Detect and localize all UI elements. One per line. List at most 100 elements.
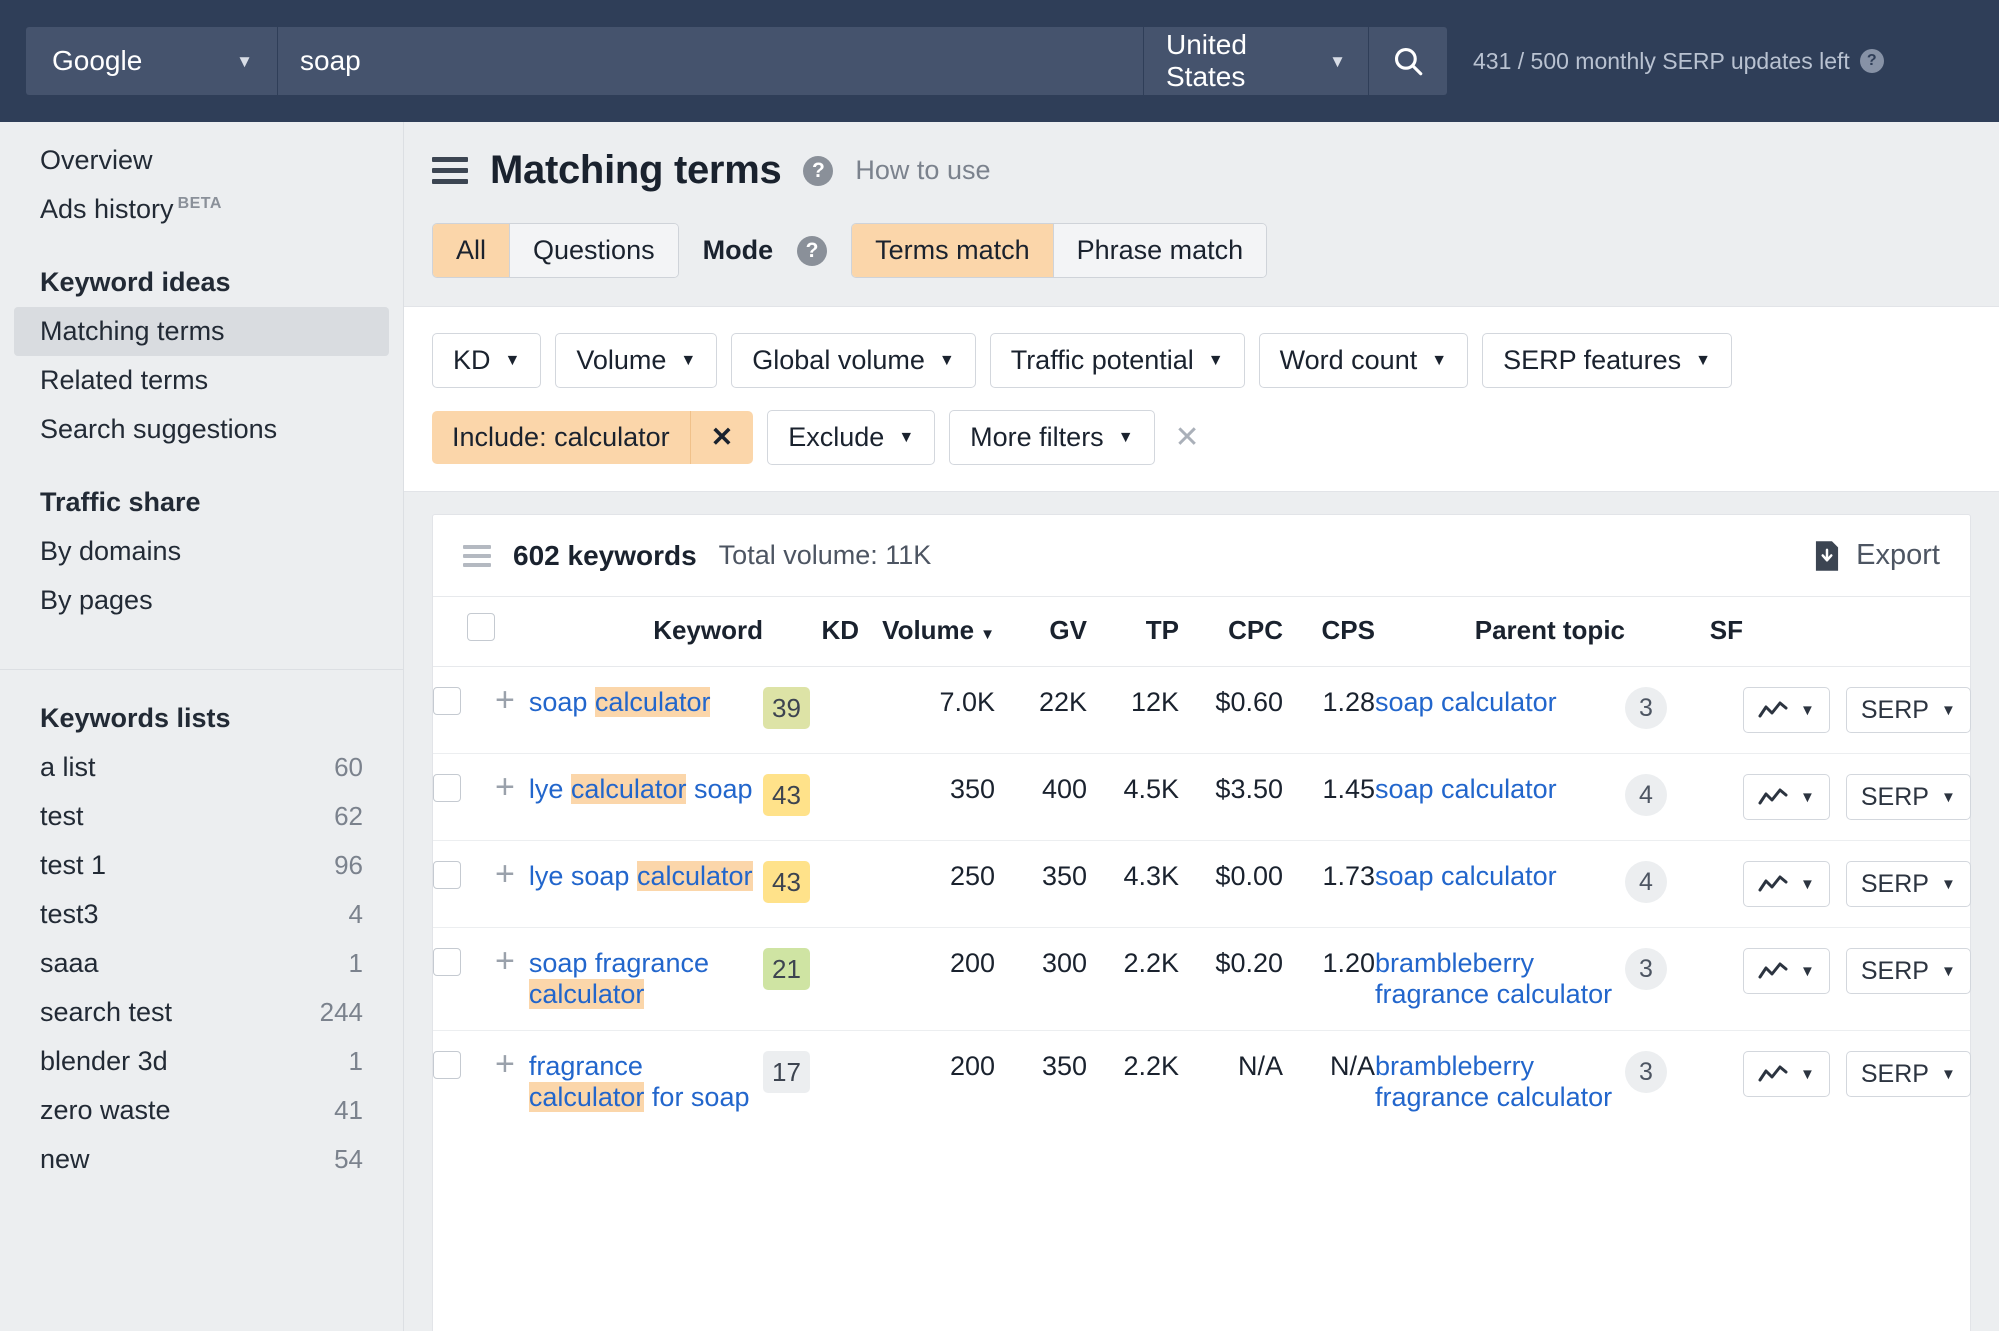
filter-exclude[interactable]: Exclude ▼ bbox=[767, 410, 936, 465]
sidebar-item-by-pages[interactable]: By pages bbox=[14, 576, 389, 625]
row-checkbox[interactable] bbox=[433, 687, 461, 715]
column-header-sf[interactable]: SF bbox=[1625, 596, 1743, 667]
list-item[interactable]: zero waste 41 bbox=[14, 1086, 389, 1135]
kd-cell: 39 bbox=[763, 666, 859, 754]
sidebar-item-related-terms[interactable]: Related terms bbox=[14, 356, 389, 405]
row-checkbox[interactable] bbox=[433, 948, 461, 976]
sidebar-item-ads-history[interactable]: Ads history BETA bbox=[14, 185, 389, 234]
list-item[interactable]: search test 244 bbox=[14, 988, 389, 1037]
trend-chart-button[interactable]: ▼ bbox=[1743, 774, 1830, 820]
trend-chart-button[interactable]: ▼ bbox=[1743, 687, 1830, 733]
sidebar-item-by-domains[interactable]: By domains bbox=[14, 527, 389, 576]
add-keyword-icon[interactable]: + bbox=[495, 683, 515, 717]
filter-traffic-potential[interactable]: Traffic potential ▼ bbox=[989, 333, 1245, 388]
tab-phrase-match[interactable]: Phrase match bbox=[1052, 224, 1267, 277]
search-input[interactable] bbox=[278, 27, 1144, 95]
tab-all[interactable]: All bbox=[433, 224, 510, 277]
how-to-use-link[interactable]: How to use bbox=[855, 155, 990, 186]
trend-chart-button[interactable]: ▼ bbox=[1743, 1051, 1830, 1097]
row-actions-cell: ▼ SERP ▼ bbox=[1743, 753, 1971, 841]
keyword-link[interactable]: lye soap calculator bbox=[529, 861, 753, 891]
parent-topic-cell: soap calculator bbox=[1375, 840, 1625, 928]
trend-chart-button[interactable]: ▼ bbox=[1743, 948, 1830, 994]
column-header-volume-label: Volume bbox=[882, 615, 975, 645]
help-icon[interactable]: ? bbox=[1859, 49, 1884, 73]
serp-button[interactable]: SERP ▼ bbox=[1845, 861, 1971, 907]
export-button[interactable]: Export bbox=[1812, 539, 1940, 572]
parent-topic-cell: brambleberry fragrance calculator bbox=[1375, 927, 1625, 1031]
column-header-keyword[interactable]: Keyword bbox=[495, 596, 763, 667]
sidebar-item-overview[interactable]: Overview bbox=[14, 136, 389, 185]
list-item[interactable]: saaa 1 bbox=[14, 939, 389, 988]
gv-cell: 300 bbox=[995, 927, 1087, 1031]
tp-cell: 4.3K bbox=[1087, 840, 1179, 928]
column-header-kd[interactable]: KD bbox=[763, 596, 859, 667]
filter-label: SERP features bbox=[1503, 345, 1682, 375]
sidebar-keywords-lists: a list 60 test 62 test 1 96 test3 4 saaa… bbox=[0, 743, 403, 1184]
keyword-cell: + lye calculator soap bbox=[495, 753, 763, 841]
row-checkbox[interactable] bbox=[433, 1051, 461, 1079]
row-checkbox[interactable] bbox=[433, 861, 461, 889]
parent-topic-link[interactable]: soap calculator bbox=[1375, 687, 1557, 717]
keywords-table: Keyword KD Volume ▼ GV TP CPC CPS Parent … bbox=[433, 596, 1971, 1133]
keyword-link[interactable]: soap fragrance calculator bbox=[528, 948, 709, 1009]
filter-kd[interactable]: KD ▼ bbox=[432, 333, 542, 388]
column-header-parent-topic[interactable]: Parent topic bbox=[1375, 596, 1625, 667]
keyword-link[interactable]: lye calculator soap bbox=[529, 774, 753, 804]
filter-row-secondary: Include: calculator ✕ Exclude ▼ More fil… bbox=[432, 410, 1971, 465]
kd-badge: 21 bbox=[763, 948, 810, 990]
sidebar-item-label: By domains bbox=[40, 536, 182, 566]
serp-button[interactable]: SERP ▼ bbox=[1845, 1051, 1971, 1097]
help-icon[interactable]: ? bbox=[797, 235, 828, 266]
list-item[interactable]: new 54 bbox=[14, 1135, 389, 1184]
column-header-cps[interactable]: CPS bbox=[1283, 596, 1375, 667]
filter-word-count[interactable]: Word count ▼ bbox=[1258, 333, 1469, 388]
country-select[interactable]: United States ▼ bbox=[1144, 27, 1369, 95]
filter-volume[interactable]: Volume ▼ bbox=[555, 333, 718, 388]
sidebar-item-search-suggestions[interactable]: Search suggestions bbox=[14, 405, 389, 454]
keyword-text: soap bbox=[686, 774, 753, 804]
parent-topic-link[interactable]: soap calculator bbox=[1375, 861, 1557, 891]
add-keyword-icon[interactable]: + bbox=[495, 1047, 515, 1081]
serp-button[interactable]: SERP ▼ bbox=[1845, 948, 1971, 994]
search-button[interactable] bbox=[1369, 27, 1447, 95]
column-header-cpc[interactable]: CPC bbox=[1179, 596, 1283, 667]
list-item[interactable]: test 1 96 bbox=[14, 841, 389, 890]
clear-filters-icon[interactable]: ✕ bbox=[1169, 420, 1206, 455]
tab-questions[interactable]: Questions bbox=[509, 224, 678, 277]
page-title-row: Matching terms ? How to use bbox=[432, 148, 1971, 193]
row-select-cell bbox=[433, 753, 495, 841]
include-filter-chip[interactable]: Include: calculator ✕ bbox=[432, 411, 754, 464]
filter-serp-features[interactable]: SERP features ▼ bbox=[1482, 333, 1733, 388]
parent-topic-link[interactable]: brambleberry fragrance calculator bbox=[1375, 1051, 1612, 1112]
menu-icon[interactable] bbox=[432, 157, 468, 184]
select-all-checkbox[interactable] bbox=[467, 613, 495, 641]
serp-button[interactable]: SERP ▼ bbox=[1845, 774, 1971, 820]
filter-label: Volume bbox=[576, 345, 667, 375]
keyword-link[interactable]: soap calculator bbox=[529, 687, 711, 717]
keyword-link[interactable]: fragrance calculator for soap bbox=[528, 1051, 749, 1112]
list-item[interactable]: test 62 bbox=[14, 792, 389, 841]
parent-topic-link[interactable]: soap calculator bbox=[1375, 774, 1557, 804]
trend-chart-button[interactable]: ▼ bbox=[1743, 861, 1830, 907]
column-settings-icon[interactable] bbox=[463, 544, 491, 567]
list-item[interactable]: blender 3d 1 bbox=[14, 1037, 389, 1086]
tab-terms-match[interactable]: Terms match bbox=[852, 224, 1053, 277]
help-icon[interactable]: ? bbox=[803, 155, 834, 186]
list-item[interactable]: test3 4 bbox=[14, 890, 389, 939]
search-engine-select[interactable]: Google ▼ bbox=[26, 27, 278, 95]
column-header-tp[interactable]: TP bbox=[1087, 596, 1179, 667]
add-keyword-icon[interactable]: + bbox=[495, 857, 515, 891]
parent-topic-link[interactable]: brambleberry fragrance calculator bbox=[1375, 948, 1612, 1009]
filter-more-filters[interactable]: More filters ▼ bbox=[949, 410, 1155, 465]
filter-global-volume[interactable]: Global volume ▼ bbox=[731, 333, 976, 388]
add-keyword-icon[interactable]: + bbox=[495, 770, 515, 804]
list-item[interactable]: a list 60 bbox=[14, 743, 389, 792]
column-header-volume[interactable]: Volume ▼ bbox=[859, 596, 995, 667]
close-icon[interactable]: ✕ bbox=[689, 411, 754, 464]
add-keyword-icon[interactable]: + bbox=[495, 944, 515, 978]
sidebar-item-matching-terms[interactable]: Matching terms bbox=[14, 307, 389, 356]
row-checkbox[interactable] bbox=[433, 774, 461, 802]
serp-button[interactable]: SERP ▼ bbox=[1845, 687, 1971, 733]
column-header-gv[interactable]: GV bbox=[995, 596, 1087, 667]
